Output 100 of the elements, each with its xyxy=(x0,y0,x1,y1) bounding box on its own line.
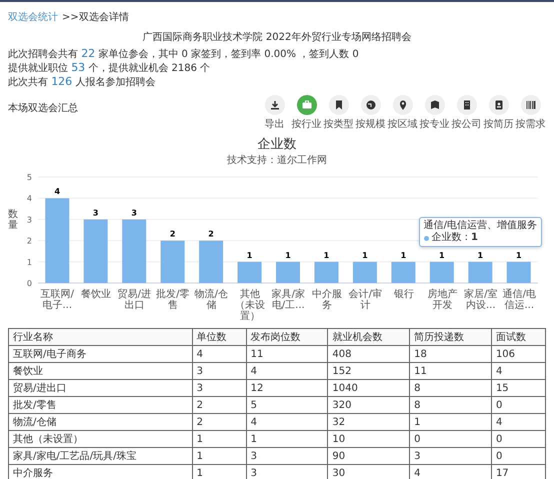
bar-value-label: 1 xyxy=(324,250,330,260)
table-cell: 0 xyxy=(410,430,492,448)
table-cell: 90 xyxy=(328,448,410,464)
bar-value-label: 3 xyxy=(92,208,98,218)
toolbar-button[interactable]: 按公司 xyxy=(451,95,482,131)
table-cell: 106 xyxy=(491,346,546,362)
table-cell: 互联网/电子商务 xyxy=(8,346,192,362)
axis-tick-label: 1 xyxy=(26,258,32,267)
toolbar-button[interactable]: 按专业 xyxy=(419,95,450,131)
bar-value-label: 1 xyxy=(246,250,252,260)
toolbar-button[interactable]: 按需求 xyxy=(515,95,546,131)
axis-tick-label: 2 xyxy=(26,236,32,246)
chart-bar xyxy=(199,240,224,283)
axis-category-label: 家具/家电/工... xyxy=(270,289,306,313)
bar-value-label: 1 xyxy=(516,250,522,260)
table-cell: 408 xyxy=(328,346,410,362)
table-cell: 贸易/进出口 xyxy=(8,380,192,396)
axis-tick-label: 5 xyxy=(26,173,32,182)
table-cell: 1 xyxy=(192,430,246,448)
toolbar-button[interactable]: 按区域 xyxy=(387,95,418,131)
table-cell: 4 xyxy=(192,346,246,362)
bar-value-label: 1 xyxy=(478,250,484,260)
axis-category-label: 房地产开发 xyxy=(426,289,458,313)
table-cell: 4 xyxy=(246,414,328,430)
table-cell: 10 xyxy=(328,430,410,448)
table-cell: 11 xyxy=(246,346,328,362)
chart-bar xyxy=(391,262,416,283)
fair-title: 广西国际商务职业技术学院 2022年外贸行业专场网络招聘会 xyxy=(142,30,412,44)
table-cell: 320 xyxy=(328,396,410,414)
book-icon xyxy=(428,99,440,111)
table-cell: 2 xyxy=(192,396,246,414)
chart-bar xyxy=(160,240,185,283)
toolbar-button[interactable]: 按规模 xyxy=(355,95,386,131)
bar-value-label: 3 xyxy=(131,208,137,218)
column-header: 行业名称 xyxy=(8,328,192,346)
chart-title: 企业数 xyxy=(256,136,298,153)
bar-value-label: 2 xyxy=(170,230,176,239)
table-cell: 物流/仓储 xyxy=(8,414,192,430)
table-cell: 1 xyxy=(410,414,492,430)
chart-bar xyxy=(238,262,262,283)
tooltip-series: 企业数 xyxy=(432,232,462,244)
toolbar-button[interactable]: 按类型 xyxy=(323,95,354,131)
summary-line: 此次共有 126 人报名参加招聘会 xyxy=(8,75,156,89)
axis-tick-label: 0 xyxy=(26,279,32,288)
column-header: 就业机会数 xyxy=(328,328,410,346)
table-cell: 3 xyxy=(192,362,246,380)
chart-bar xyxy=(84,219,108,283)
table-cell: 0 xyxy=(491,396,546,414)
axis-category-label: 家居/室内设... xyxy=(463,289,498,313)
table-cell: 3 xyxy=(410,448,492,464)
table-cell: 3 xyxy=(246,448,328,464)
table-cell: 4 xyxy=(246,362,328,380)
chart-bar xyxy=(122,219,146,283)
toolbar-button[interactable]: 导出 xyxy=(259,95,290,131)
bar-value-label: 1 xyxy=(285,250,291,260)
table-cell: 中介服务 xyxy=(8,464,192,479)
table-cell: 32 xyxy=(328,414,410,430)
chart-subtitle: 技术支持：道尔工作网 xyxy=(226,154,328,167)
table-cell: 4 xyxy=(491,414,546,430)
summary-line: 此次招聘会共有 22 家单位参会，其中 0 家签到，签到率 0.00% ，签到人数 0 xyxy=(8,47,360,61)
bar-value-label: 1 xyxy=(400,250,406,260)
toolbar-button[interactable]: 按行业 xyxy=(291,95,322,131)
chart-bar xyxy=(276,262,300,283)
chart-bar xyxy=(314,262,338,283)
table-cell: 4 xyxy=(491,362,546,380)
table-cell: 12 xyxy=(246,380,328,396)
table-cell: 1 xyxy=(192,448,246,464)
table-cell: 家具/家电/工艺品/玩具/珠宝 xyxy=(8,448,192,464)
briefcase-icon xyxy=(300,99,312,111)
axis-category-label: 银行 xyxy=(392,289,415,302)
table-cell: 18 xyxy=(410,346,492,362)
table-cell: 3 xyxy=(192,380,246,396)
table-cell: 2 xyxy=(192,414,246,430)
chart-bar xyxy=(506,262,531,283)
table-cell: 餐饮业 xyxy=(8,362,192,380)
axis-tick-label: 4 xyxy=(26,194,32,204)
toolbar-button[interactable]: 按简历 xyxy=(483,95,514,131)
bar-value-label: 2 xyxy=(208,230,214,239)
chart-bar xyxy=(430,262,454,283)
table-cell: 5 xyxy=(246,396,328,414)
table-cell: 152 xyxy=(328,362,410,380)
series-dot xyxy=(424,236,429,240)
axis-category-label: 互联网/电子... xyxy=(40,289,75,313)
column-header: 发布岗位数 xyxy=(246,328,328,346)
download-icon xyxy=(268,99,280,111)
chart-bar xyxy=(468,262,492,283)
axis-title: 数量 xyxy=(8,209,18,231)
table-cell: 批发/零售 xyxy=(8,396,192,414)
tooltip-value: 1 xyxy=(471,232,478,244)
table-cell: 11 xyxy=(410,362,492,380)
breadcrumb-current: >>双选会详情 xyxy=(62,10,129,24)
axis-tick-label: 3 xyxy=(26,215,32,224)
bar-value-label: 1 xyxy=(439,250,445,260)
barcode-icon xyxy=(524,99,536,111)
bar-value-label: 4 xyxy=(54,187,60,196)
table-cell: 8 xyxy=(410,380,492,396)
table-cell: 1 xyxy=(246,430,328,448)
chart-bar xyxy=(352,262,377,283)
table-cell: 15 xyxy=(491,380,546,396)
tooltip-separator: : xyxy=(464,232,468,244)
